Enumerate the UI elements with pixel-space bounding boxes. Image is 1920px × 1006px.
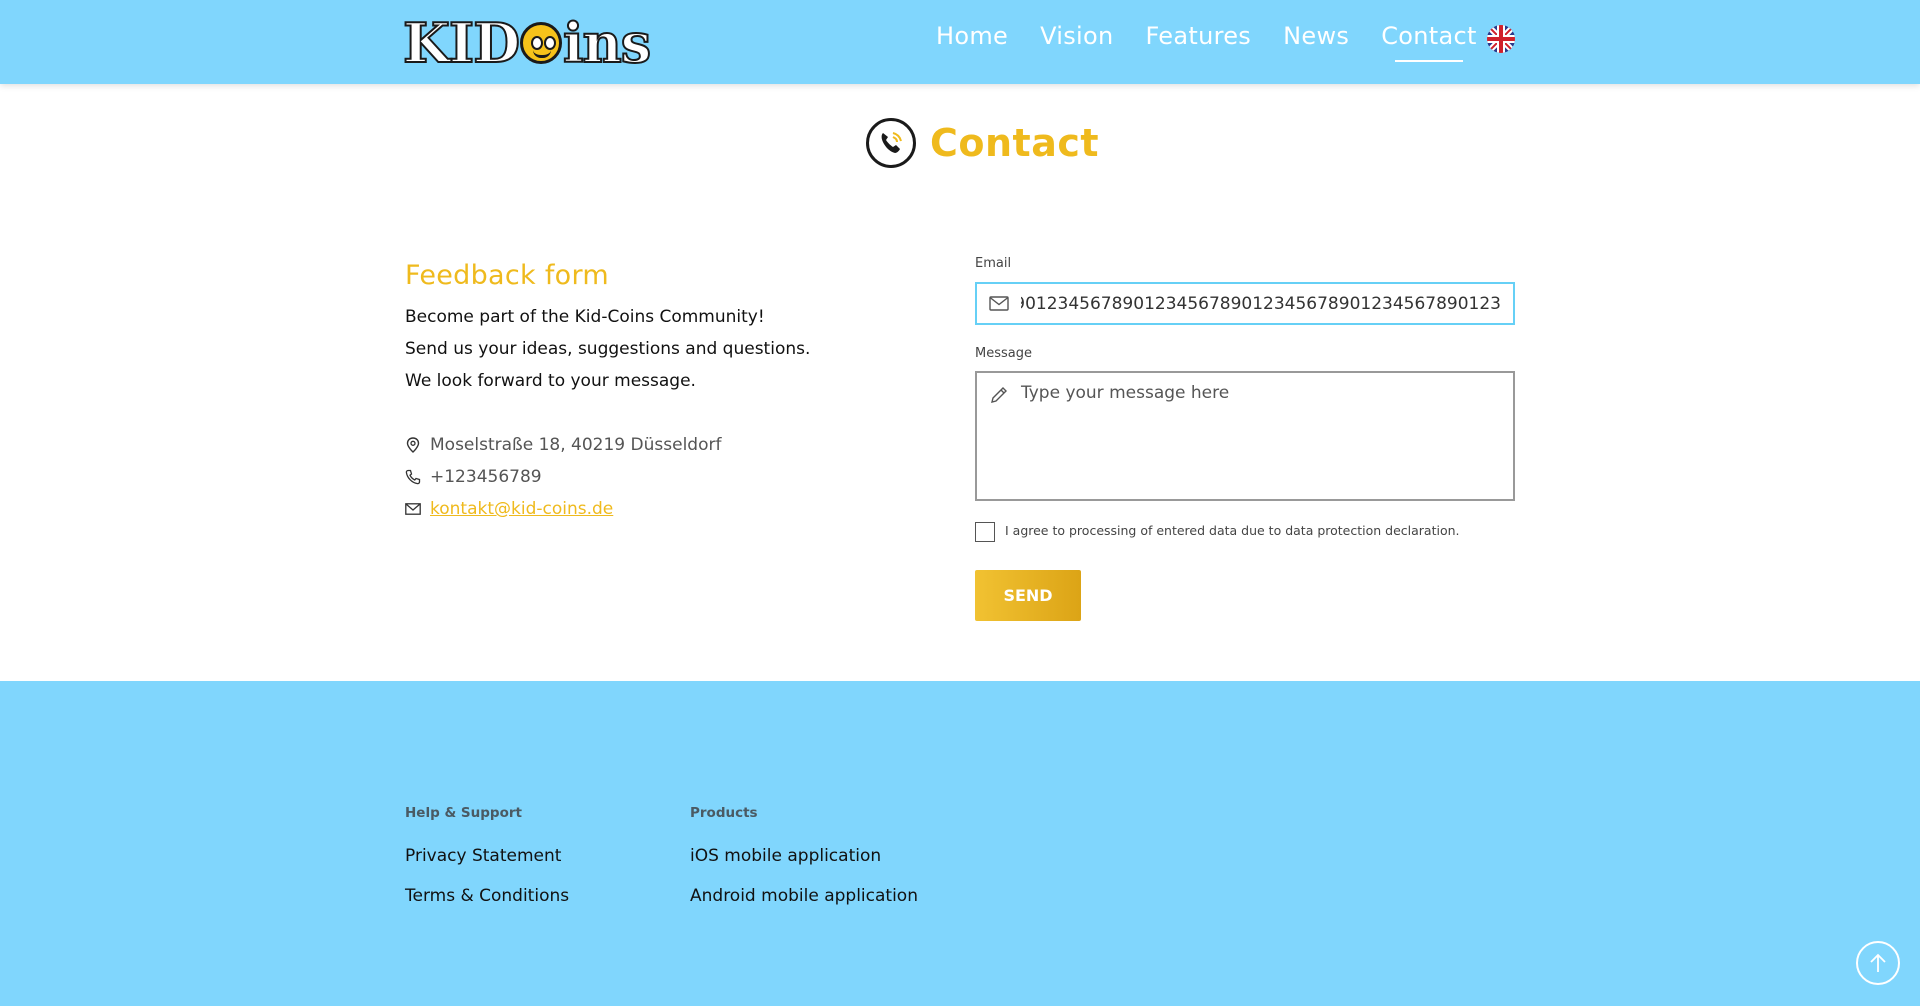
nav-contact[interactable]: Contact — [1381, 22, 1476, 62]
consent-checkbox[interactable] — [975, 522, 995, 542]
nav-features[interactable]: Features — [1146, 22, 1252, 58]
phone-small-icon — [405, 469, 421, 485]
scroll-to-top-button[interactable] — [1856, 941, 1900, 985]
privacy-statement-link[interactable]: Privacy Statement — [405, 846, 561, 866]
email-link[interactable]: kontakt@kid-coins.de — [430, 499, 613, 519]
email-field-value[interactable]: 2345678901234567890123456789012345678901… — [1021, 294, 1513, 314]
terms-conditions-link[interactable]: Terms & Conditions — [405, 886, 569, 906]
intro-line: Send us your ideas, suggestions and ques… — [405, 339, 811, 359]
page-title: Contact — [866, 118, 1099, 168]
nav-home[interactable]: Home — [936, 22, 1008, 58]
android-app-link[interactable]: Android mobile application — [690, 886, 918, 906]
feedback-title: Feedback form — [405, 260, 610, 291]
envelope-icon — [405, 501, 421, 517]
logo-text-left: KID — [402, 11, 521, 75]
send-button[interactable]: SEND — [975, 570, 1081, 621]
arrow-up-icon — [1870, 953, 1886, 972]
phone-row: +123456789 — [405, 467, 542, 487]
phone-icon — [866, 118, 916, 168]
site-header: KID ins Home Vision Features News Contac… — [0, 0, 1920, 84]
kid-coins-logo[interactable]: KID ins — [402, 11, 652, 75]
message-field[interactable]: Type your message here — [975, 371, 1515, 501]
site-footer — [0, 681, 1920, 1006]
location-pin-icon — [405, 437, 421, 453]
envelope-icon — [989, 296, 1011, 311]
intro-line: We look forward to your message. — [405, 371, 696, 391]
address-text: Moselstraße 18, 40219 Düsseldorf — [430, 435, 722, 455]
intro-line: Become part of the Kid-Coins Community! — [405, 307, 765, 327]
logo-text-right: ins — [562, 11, 652, 75]
pencil-icon — [989, 385, 1011, 409]
footer-help-title: Help & Support — [405, 805, 522, 821]
consent-label: I agree to processing of entered data du… — [1005, 523, 1460, 538]
nav-news[interactable]: News — [1283, 22, 1349, 58]
main-nav: Home Vision Features News Contact — [936, 22, 1509, 62]
email-label: Email — [975, 256, 1012, 271]
contact-heading: Contact — [930, 121, 1100, 165]
footer-products-title: Products — [690, 805, 758, 821]
ios-app-link[interactable]: iOS mobile application — [690, 846, 881, 866]
message-placeholder: Type your message here — [1021, 383, 1230, 403]
phone-text: +123456789 — [430, 467, 542, 487]
email-field[interactable]: 2345678901234567890123456789012345678901… — [975, 282, 1515, 325]
email-row: kontakt@kid-coins.de — [405, 499, 613, 519]
nav-vision[interactable]: Vision — [1040, 22, 1113, 58]
uk-flag-icon[interactable] — [1487, 25, 1515, 53]
coin-mascot-icon — [520, 22, 563, 64]
message-label: Message — [975, 346, 1032, 361]
address-row: Moselstraße 18, 40219 Düsseldorf — [405, 435, 721, 455]
